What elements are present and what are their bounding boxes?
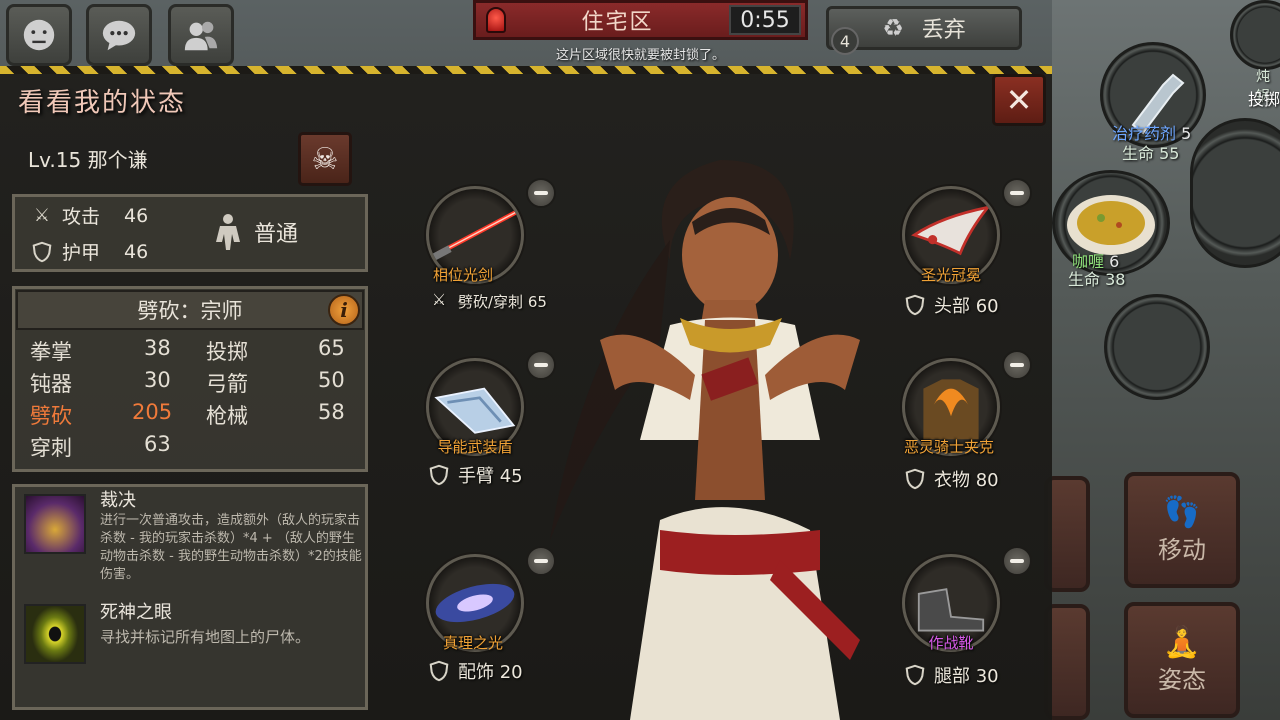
character-portrait xyxy=(550,160,860,720)
unequip-head-button[interactable] xyxy=(1002,178,1032,208)
stance-figure-icon xyxy=(216,214,240,250)
weapon-stat-text: 劈砍/穿刺 65 xyxy=(458,292,547,311)
zone-status-bar: 住宅区 0:55 xyxy=(473,0,808,40)
perk-name: 裁决 xyxy=(100,490,136,511)
head-item-name: 圣光冠冕 xyxy=(920,266,981,284)
armor-value: 46 xyxy=(124,240,149,263)
unequip-arm-button[interactable] xyxy=(526,350,556,380)
shield-icon xyxy=(429,464,449,486)
attack-label: 攻击 xyxy=(62,206,101,228)
pose-button[interactable]: 🧘 姿态 xyxy=(1124,602,1240,718)
death-eye-perk-icon[interactable] xyxy=(24,604,86,664)
face-icon xyxy=(23,19,55,51)
pose-icon: 🧘 xyxy=(1163,625,1201,660)
skill-value: 63 xyxy=(144,432,171,456)
weapon-stat: ⚔ 劈砍/穿刺 65 xyxy=(428,290,547,312)
attack-value: 46 xyxy=(124,204,149,227)
move-button[interactable]: 👣 移动 xyxy=(1124,472,1240,588)
close-button[interactable]: ✕ xyxy=(992,74,1046,126)
chat-icon xyxy=(102,20,136,51)
zone-warning-text: 这片区域很快就要被封锁了。 xyxy=(555,48,725,63)
panel-title: 看看我的状态 xyxy=(18,88,187,118)
skill-value: 30 xyxy=(144,368,171,392)
head-stat-text: 头部 60 xyxy=(934,296,999,317)
zone-timer: 0:55 xyxy=(729,5,801,35)
unequip-weapon-button[interactable] xyxy=(526,178,556,208)
quick-item-1-life: 生命 55 xyxy=(1122,144,1180,163)
discard-button[interactable]: 4 ♻ 丢弃 xyxy=(826,6,1022,55)
leg-stat-text: 腿部 30 xyxy=(934,666,999,687)
player-level-name: Lv.15 那个谦 xyxy=(28,144,148,173)
chest-item-name: 恶灵骑士夹克 xyxy=(903,438,994,456)
perk-description: 进行一次普通攻击，造成额外（敌人的玩家击杀数 - 我的玩家击杀数）*4 + （敌… xyxy=(100,513,362,582)
item-partial-action: 投掷 xyxy=(1248,90,1280,109)
accessory-stat: 配饰 20 xyxy=(428,658,523,684)
alarm-icon xyxy=(486,7,506,33)
accessory-stat-text: 配饰 20 xyxy=(458,662,523,683)
zone-name: 住宅区 xyxy=(581,10,654,35)
skill-value: 65 xyxy=(318,336,345,360)
arm-item-name: 导能武装盾 xyxy=(437,438,513,456)
head-stat: 头部 60 xyxy=(904,292,999,318)
skill-name: 枪械 xyxy=(206,404,248,428)
judgment-perk-icon[interactable] xyxy=(24,494,86,554)
info-icon[interactable]: i xyxy=(328,294,360,326)
perk-name: 死神之眼 xyxy=(100,602,172,623)
hazard-stripe xyxy=(0,66,1052,74)
player-name: 那个谦 xyxy=(87,148,148,172)
stance-label: 普通 xyxy=(254,222,299,247)
crossed-swords-icon: ⚔ xyxy=(431,290,447,309)
pose-label: 姿态 xyxy=(1158,666,1206,694)
shield-icon xyxy=(905,294,925,316)
skill-name: 拳掌 xyxy=(30,340,72,364)
skill-mastery-header: 劈砍：宗师 xyxy=(16,290,364,330)
emote-button[interactable] xyxy=(6,4,72,66)
skill-value: 50 xyxy=(318,368,345,392)
skill-name: 投掷 xyxy=(206,340,248,364)
player-level: Lv.15 xyxy=(28,148,82,172)
chest-stat: 衣物 80 xyxy=(904,466,999,492)
skill-value: 38 xyxy=(144,336,171,360)
arm-stat-text: 手臂 45 xyxy=(458,466,523,487)
accessory-name: 真理之光 xyxy=(442,634,503,652)
footprint-icon: 👣 xyxy=(1163,495,1201,530)
people-icon xyxy=(184,21,218,51)
move-label: 移动 xyxy=(1158,536,1206,564)
kill-record-button[interactable]: ☠ xyxy=(298,132,352,186)
leg-stat: 腿部 30 xyxy=(904,662,999,688)
shield-icon xyxy=(905,664,925,686)
quick-item-2-life: 生命 38 xyxy=(1068,270,1126,289)
chat-button[interactable] xyxy=(86,4,152,66)
close-icon: ✕ xyxy=(1005,81,1033,119)
attack-stat: ⚔ 攻击 46 xyxy=(30,202,148,229)
stance-indicator: 普通 xyxy=(210,212,298,252)
perk-description: 寻找并标记所有地图上的尸体。 xyxy=(100,628,311,646)
skill-value: 58 xyxy=(318,400,345,424)
team-button[interactable] xyxy=(168,4,234,66)
weapon-name: 相位光剑 xyxy=(432,266,493,284)
skill-name: 钝器 xyxy=(30,372,72,396)
skull-icon: ☠ xyxy=(311,141,339,177)
leg-item-name: 作战靴 xyxy=(928,634,974,652)
unequip-leg-button[interactable] xyxy=(1002,546,1032,576)
discard-label: 丢弃 xyxy=(921,18,966,43)
shield-icon xyxy=(905,468,925,490)
skill-name: 穿刺 xyxy=(30,436,72,460)
crossed-swords-icon: ⚔ xyxy=(33,205,51,226)
shield-icon xyxy=(30,240,54,264)
quick-item-slot-3[interactable] xyxy=(1104,294,1210,400)
unequip-chest-button[interactable] xyxy=(1002,350,1032,380)
unequip-accessory-button[interactable] xyxy=(526,546,556,576)
discard-count: 4 xyxy=(831,27,859,55)
gear-dial xyxy=(1190,118,1280,268)
shield-icon xyxy=(429,660,449,682)
skill-name-highlight: 劈砍 xyxy=(30,404,72,428)
armor-label: 护甲 xyxy=(62,242,101,264)
chest-stat-text: 衣物 80 xyxy=(934,470,999,491)
skill-name: 弓箭 xyxy=(206,372,248,396)
arm-stat: 手臂 45 xyxy=(428,462,523,488)
armor-stat: 护甲 46 xyxy=(30,238,148,265)
skill-value-highlight: 205 xyxy=(132,400,173,424)
recycle-icon: ♻ xyxy=(882,14,904,42)
